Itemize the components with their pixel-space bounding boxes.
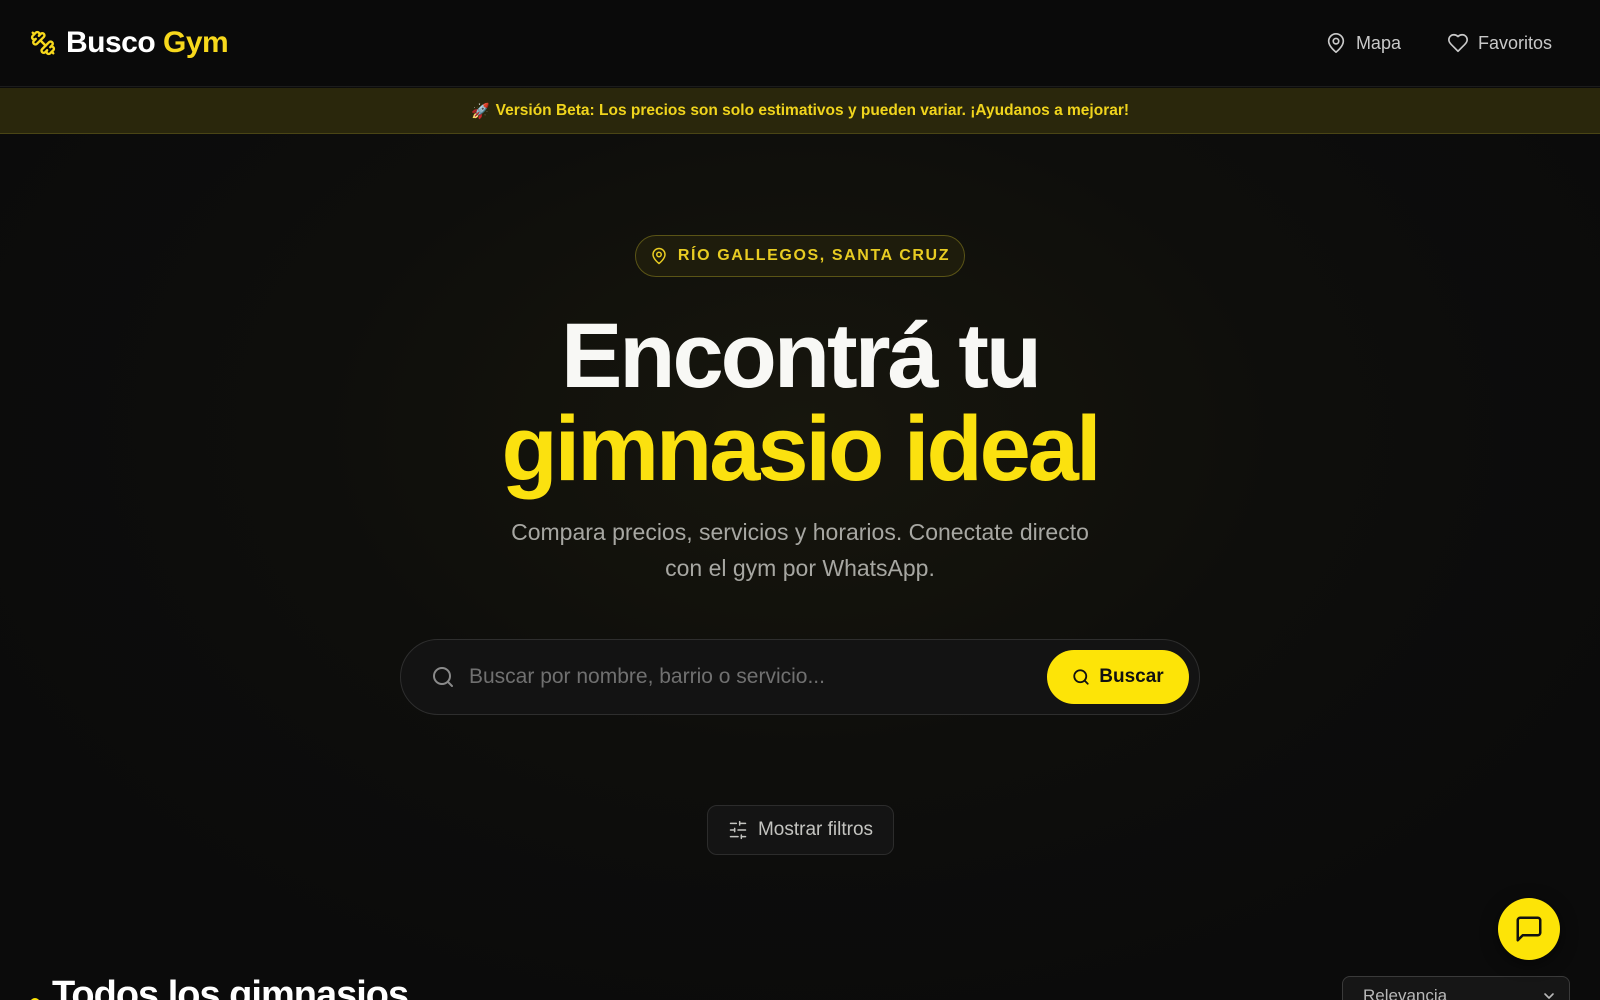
logo-text: Busco Gym — [66, 26, 229, 59]
dumbbell-icon — [30, 30, 56, 56]
rocket-icon: 🚀 — [470, 102, 490, 120]
show-filters-button[interactable]: Mostrar filtros — [707, 805, 894, 855]
chat-icon — [1516, 916, 1542, 942]
heart-icon — [1447, 33, 1468, 53]
search-button[interactable]: Buscar — [1047, 650, 1189, 704]
sort-select[interactable]: Relevancia — [1342, 976, 1570, 1000]
map-pin-icon — [652, 247, 666, 265]
chevron-down-icon — [1544, 993, 1554, 999]
nav-item-mapa[interactable]: Mapa — [1325, 32, 1401, 54]
section-heading: Todos los gimnasios — [30, 974, 409, 1000]
beta-banner: 🚀 Versión Beta: Los precios son solo est… — [0, 88, 1600, 134]
location-badge: RÍO GALLEGOS, SANTA CRUZ — [635, 235, 965, 277]
nav-item-label: Mapa — [1355, 32, 1401, 53]
show-filters-label: Mostrar filtros — [757, 819, 874, 840]
sort-selected-value: Relevancia — [1363, 986, 1448, 1000]
chat-button[interactable] — [1498, 898, 1560, 960]
hero-title-line1: Encontrá tu — [560, 305, 1042, 407]
top-navbar: Busco Gym Mapa Favoritos — [0, 0, 1600, 87]
main-nav: Mapa Favoritos — [1325, 32, 1552, 54]
search-input[interactable] — [469, 640, 1047, 714]
nav-item-favoritos[interactable]: Favoritos — [1447, 32, 1552, 54]
nav-item-label: Favoritos — [1477, 32, 1552, 53]
sliders-icon — [729, 820, 747, 840]
map-pin-icon — [1327, 33, 1345, 53]
search-icon — [433, 667, 453, 687]
section-title: Todos los gimnasios — [52, 974, 409, 1000]
page: Busco Gym Mapa Favoritos 🚀 Versión Beta:… — [0, 0, 1600, 1000]
search-icon — [1073, 669, 1089, 685]
hero-title-line2: gimnasio ideal — [501, 398, 1101, 500]
beta-banner-text: Versión Beta: Los precios son solo estim… — [495, 101, 1130, 119]
search-button-label: Buscar — [1099, 666, 1164, 687]
hero-subtitle: Compara precios, servicios y horarios. C… — [511, 519, 1089, 581]
search-bar: Buscar — [400, 639, 1200, 715]
location-label: RÍO GALLEGOS, SANTA CRUZ — [677, 247, 951, 264]
logo[interactable]: Busco Gym — [30, 26, 229, 60]
